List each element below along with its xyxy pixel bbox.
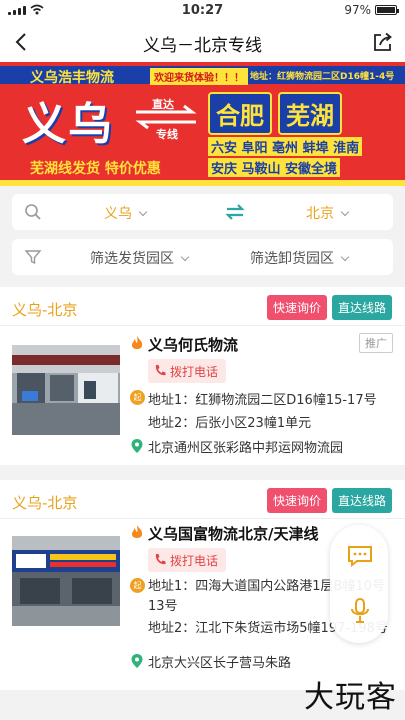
shipping-park-select[interactable]: 筛选发货园区 xyxy=(90,248,190,268)
filter-icon xyxy=(24,250,42,265)
call-label: 拨打电话 xyxy=(170,365,219,379)
banner-welcome: 欢迎来货体验！！！ xyxy=(150,68,248,85)
banner-destination: 芜湖 xyxy=(278,92,342,135)
phone-icon xyxy=(155,365,166,376)
address-1: 地址1：红狮物流园二区D16幢15-17号 xyxy=(148,393,377,408)
location-pin-icon xyxy=(131,439,143,453)
banner-arrow-top: 直达 xyxy=(152,98,174,111)
divider xyxy=(0,518,405,519)
company-name[interactable]: 义乌国富物流北京/天津线 xyxy=(130,523,318,544)
quick-inquiry-button[interactable]: 快速询价 xyxy=(267,295,328,320)
pickup-badge: 起 xyxy=(130,578,145,593)
promo-tag: 推广 xyxy=(359,333,393,353)
listing-route: 义乌-北京 xyxy=(12,301,78,319)
direct-route-button[interactable]: 直达线路 xyxy=(332,488,393,513)
chevron-down-icon xyxy=(138,207,148,217)
swap-icon[interactable] xyxy=(224,202,246,222)
route-filter: 义乌 北京 xyxy=(12,194,393,230)
share-icon[interactable] xyxy=(371,30,395,54)
watermark: 大玩客 xyxy=(304,680,397,715)
chevron-down-icon xyxy=(340,207,350,217)
status-bar: 10:27 97% xyxy=(0,0,405,22)
company-name-text: 义乌何氏物流 xyxy=(148,336,239,354)
battery-icon xyxy=(375,5,399,15)
call-button[interactable]: 拨打电话 xyxy=(148,548,227,572)
nav-bar: 义乌－北京专线 xyxy=(0,22,405,62)
microphone-icon[interactable] xyxy=(349,597,371,625)
banner-arrow: 直达 专线 xyxy=(132,96,200,141)
origin-value: 义乌 xyxy=(104,206,132,222)
chat-icon[interactable] xyxy=(347,545,373,567)
banner-cities: 六安 阜阳 亳州 蚌埠 淮南 xyxy=(208,137,363,156)
destination-select[interactable]: 北京 xyxy=(306,203,350,223)
divider xyxy=(0,325,405,326)
banner-origin: 义乌 xyxy=(22,99,114,150)
park-filter: 筛选发货园区 筛选卸货园区 xyxy=(12,239,393,275)
pickup-badge: 起 xyxy=(130,390,145,405)
destination-address: 北京大兴区长子营马朱路 xyxy=(148,656,292,671)
shipping-park-label: 筛选发货园区 xyxy=(90,251,174,267)
unloading-park-select[interactable]: 筛选卸货园区 xyxy=(250,248,350,268)
location-pin-icon xyxy=(131,654,143,668)
origin-select[interactable]: 义乌 xyxy=(104,203,148,223)
phone-icon xyxy=(155,554,166,565)
quick-inquiry-button[interactable]: 快速询价 xyxy=(267,488,328,513)
page-title: 义乌－北京专线 xyxy=(143,36,262,56)
call-button[interactable]: 拨打电话 xyxy=(148,359,227,383)
promo-banner[interactable]: 义乌浩丰物流 欢迎来货体验！！！ 地址：红狮物流园二区D16幢1-4号 义乌 直… xyxy=(0,62,405,186)
company-name[interactable]: 义乌何氏物流 xyxy=(130,334,238,355)
banner-address: 地址：红狮物流园二区D16幢1-4号 xyxy=(250,72,395,82)
listing-route: 义乌-北京 xyxy=(12,494,78,512)
company-name-text: 义乌国富物流北京/天津线 xyxy=(148,525,319,543)
destination-address: 北京通州区张彩路中邦运网物流园 xyxy=(148,441,344,456)
banner-slogan: 芜湖线发货 特价优惠 xyxy=(30,161,161,177)
banner-bottom-strip xyxy=(0,180,405,186)
banner-destination: 合肥 xyxy=(208,92,272,135)
battery-status: 97% xyxy=(344,3,399,17)
chevron-down-icon xyxy=(180,252,190,262)
company-photo[interactable] xyxy=(12,345,120,435)
listing-card[interactable]: 义乌-北京 快速询价 直达线路 义乌何氏物流 推广 拨打电话 起 地址1：红狮物… xyxy=(0,287,405,465)
direct-route-button[interactable]: 直达线路 xyxy=(332,295,393,320)
banner-destinations: 合肥 芜湖 xyxy=(208,92,342,135)
banner-cities: 安庆 马鞍山 安徽全境 xyxy=(208,158,341,177)
search-icon[interactable] xyxy=(24,203,42,221)
banner-arrow-bottom: 专线 xyxy=(156,128,178,141)
company-photo[interactable] xyxy=(12,536,120,626)
unloading-park-label: 筛选卸货园区 xyxy=(250,251,334,267)
address-2: 地址2：后张小区23幢1单元 xyxy=(148,416,312,431)
call-label: 拨打电话 xyxy=(170,554,219,568)
floating-action-panel xyxy=(330,525,388,643)
banner-company: 义乌浩丰物流 xyxy=(30,70,114,86)
destination-value: 北京 xyxy=(306,206,334,222)
chevron-down-icon xyxy=(340,252,350,262)
battery-percent: 97% xyxy=(344,3,371,17)
